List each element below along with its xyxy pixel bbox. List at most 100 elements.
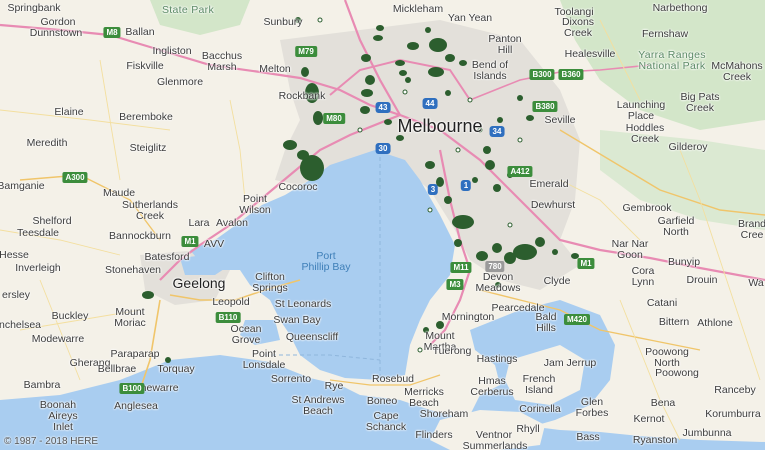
place-label-drouin: Drouin bbox=[686, 274, 718, 286]
place-label-kernot: Kernot bbox=[633, 413, 665, 425]
route-shield-34: 34 bbox=[489, 126, 505, 137]
route-shield-m79: M79 bbox=[295, 46, 317, 57]
place-label-french-island: French Island bbox=[522, 373, 556, 396]
place-label-aireys-inlet: Aireys Inlet bbox=[48, 410, 78, 433]
place-label-tuerong: Tuerong bbox=[432, 345, 472, 357]
place-label-mcmahons-creek: McMahons Creek bbox=[711, 60, 763, 83]
place-label-tooradin: Bald Hills bbox=[535, 311, 557, 334]
place-label-buckley: Buckley bbox=[51, 310, 89, 322]
place-label-bass: Bass bbox=[576, 431, 600, 443]
place-label-yarra-ranges: Yarra Ranges National Park bbox=[638, 49, 706, 72]
place-label-bellbrae: Bellbrae bbox=[97, 363, 137, 375]
place-label-yan-yean: Yan Yean bbox=[447, 12, 493, 24]
map-view[interactable]: Springbank Gordon Dunnstown Ballan State… bbox=[0, 0, 765, 450]
place-label-fernshaw: Fernshaw bbox=[641, 28, 689, 40]
place-label-athlone: Athlone bbox=[697, 317, 733, 329]
place-label-gilderoy: Gilderoy bbox=[668, 141, 708, 153]
place-label-flinders: Flinders bbox=[415, 429, 453, 441]
place-label-warragul: Wa bbox=[748, 277, 764, 289]
place-label-big-pats-creek: Big Pats Creek bbox=[680, 91, 720, 114]
place-label-geelong: Geelong bbox=[172, 275, 226, 291]
place-label-poowong-north: Poowong North bbox=[645, 346, 689, 369]
place-label-teesdale: Teesdale bbox=[16, 227, 60, 239]
place-label-bannockburn: Bannockburn bbox=[109, 230, 171, 242]
place-label-beremboke: Beremboke bbox=[119, 111, 173, 123]
route-shield-b300: B300 bbox=[529, 69, 555, 80]
place-label-st-leonards: St Leonards bbox=[274, 298, 332, 310]
place-label-cape-schanck: Cape Schanck bbox=[365, 410, 407, 433]
route-shield-3: 3 bbox=[427, 184, 439, 195]
place-label-shoreham: Shoreham bbox=[419, 408, 469, 420]
place-label-mornington: Mornington bbox=[441, 311, 495, 323]
route-shield-a412: A412 bbox=[507, 166, 533, 177]
place-label-meredith: Meredith bbox=[26, 137, 68, 149]
route-shield-m8: M8 bbox=[103, 27, 121, 38]
place-label-devon-meadows: Devon Meadows bbox=[475, 271, 521, 294]
place-label-hastings: Hastings bbox=[476, 353, 518, 365]
place-label-rockbank: Rockbank bbox=[278, 90, 326, 102]
route-shield-30: 30 bbox=[375, 143, 391, 154]
place-label-brandy-creek: Brand Cree bbox=[737, 218, 765, 241]
place-label-modewarre: Modewarre bbox=[31, 333, 85, 345]
place-label-healesville: Healesville bbox=[564, 48, 616, 60]
place-label-nar-nar-goon: Nar Nar Goon bbox=[611, 238, 649, 261]
place-label-avv: AVV bbox=[203, 238, 225, 250]
place-label-rye: Rye bbox=[324, 380, 344, 392]
place-label-dixons-creek: Dixons Creek bbox=[561, 16, 595, 39]
place-label-melton: Melton bbox=[259, 63, 291, 75]
place-label-garfield-north: Garfield North bbox=[657, 215, 695, 238]
place-label-cora-lynn: Cora Lynn bbox=[631, 265, 655, 288]
route-shield-1: 1 bbox=[460, 180, 472, 191]
place-label-queenscliff: Queenscliff bbox=[285, 331, 339, 343]
place-label-point-lonsdale: Point Lonsdale bbox=[242, 348, 286, 371]
place-label-cocoroc: Cocoroc bbox=[278, 181, 318, 193]
route-shield-m1-east: M1 bbox=[577, 258, 595, 269]
place-label-glenmore: Glenmore bbox=[156, 76, 204, 88]
place-label-bambra: Bambra bbox=[23, 379, 61, 391]
place-label-sunbury: Sunbury bbox=[263, 16, 303, 28]
place-label-poowong: Poowong bbox=[655, 367, 699, 379]
place-label-bunyip: Bunyip bbox=[667, 256, 701, 268]
place-label-barwon-downs: ersley bbox=[1, 289, 31, 301]
place-label-launching-place: Launching Place bbox=[616, 99, 666, 122]
place-label-sorrento: Sorrento bbox=[270, 373, 312, 385]
place-label-shelford: Shelford bbox=[32, 215, 72, 227]
place-label-summerlands: Summerlands bbox=[462, 440, 528, 450]
place-label-clyde: Clyde bbox=[543, 275, 571, 287]
place-label-springbank: Springbank bbox=[7, 2, 61, 14]
place-label-port-phillip-bay: Port Phillip Bay bbox=[301, 250, 351, 273]
place-label-jumbunna: Jumbunna bbox=[682, 427, 732, 439]
place-label-korumburra: Korumburra bbox=[705, 408, 761, 420]
place-label-gembrook: Gembrook bbox=[622, 202, 672, 214]
place-label-bacchus-marsh: Bacchus Marsh bbox=[201, 50, 243, 73]
route-shield-m3: M3 bbox=[446, 279, 464, 290]
place-label-inverleigh: Inverleigh bbox=[15, 262, 61, 274]
route-shield-780: 780 bbox=[485, 261, 505, 272]
place-label-bittern: Bittern bbox=[658, 316, 690, 328]
place-label-st-andrews-beach: St Andrews Beach bbox=[291, 394, 345, 417]
route-shield-44: 44 bbox=[422, 98, 438, 109]
place-label-bend-of-islands: Bend of Islands bbox=[471, 59, 509, 82]
place-label-panton-hill: Panton Hill bbox=[488, 33, 522, 56]
place-label-maude: Maude bbox=[102, 187, 136, 199]
place-label-bena: Bena bbox=[650, 397, 676, 409]
route-shield-a300: A300 bbox=[62, 172, 88, 183]
place-label-ocean-grove: Ocean Grove bbox=[230, 323, 262, 346]
place-label-hesse: Hesse bbox=[0, 249, 29, 261]
place-label-rhyll: Rhyll bbox=[516, 423, 540, 435]
place-label-swan-bay: Swan Bay bbox=[273, 314, 321, 326]
place-label-ranceby: Ranceby bbox=[714, 384, 756, 396]
place-label-corinella: Corinella bbox=[519, 403, 561, 415]
route-shield-b110: B110 bbox=[215, 312, 241, 323]
place-label-steiglitz: Steiglitz bbox=[129, 142, 167, 154]
place-label-narbethong: Narbethong bbox=[652, 2, 708, 14]
place-label-hoddles-creek: Hoddles Creek bbox=[625, 122, 665, 145]
place-label-melbourne: Melbourne bbox=[397, 116, 483, 136]
route-shield-m11: M11 bbox=[450, 262, 472, 273]
place-label-sutherlands-creek: Sutherlands Creek bbox=[121, 199, 179, 222]
place-label-winchelsea: nchelsea bbox=[0, 319, 42, 331]
place-label-torquay: Torquay bbox=[157, 363, 195, 375]
place-label-clifton-springs: Clifton Springs bbox=[252, 271, 288, 294]
place-label-ryanston: Ryanston bbox=[632, 434, 678, 446]
place-label-jam-jerrup: Jam Jerrup bbox=[543, 357, 597, 369]
